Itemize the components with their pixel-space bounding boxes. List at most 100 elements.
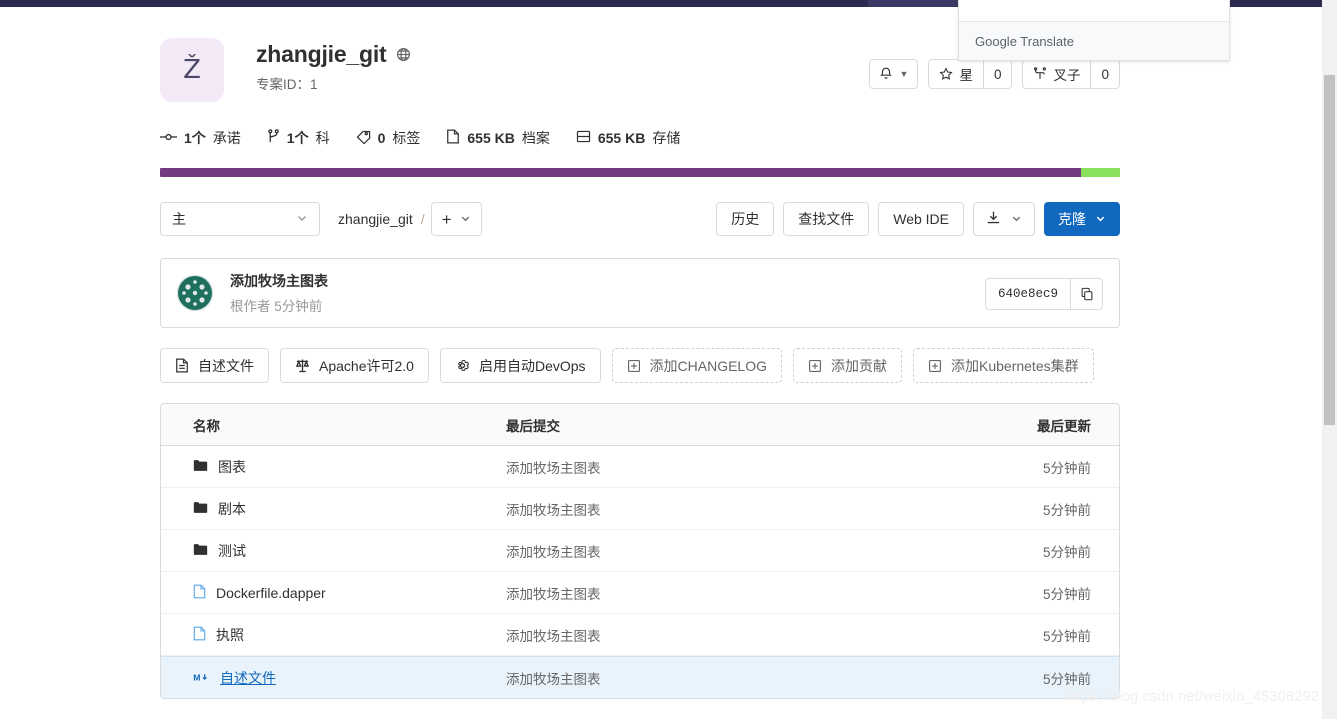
stat-commits[interactable]: 1个 承诺 bbox=[160, 128, 241, 148]
file-updated-time: 5分钟前 bbox=[1042, 460, 1091, 476]
file-name-cell: 剧本 bbox=[161, 499, 506, 519]
file-updated-time: 5分钟前 bbox=[1042, 586, 1091, 602]
file-commit-message[interactable]: 添加牧场主图表 bbox=[506, 625, 969, 645]
quick-action-readme[interactable]: 自述文件 bbox=[160, 348, 269, 383]
quick-action-license[interactable]: Apache许可2.0 bbox=[280, 348, 429, 383]
quick-action-label: 自述文件 bbox=[198, 357, 254, 374]
tag-icon bbox=[356, 129, 371, 147]
gear-icon bbox=[455, 358, 470, 373]
stat-files[interactable]: 655 KB 档案 bbox=[446, 128, 550, 148]
page-scrollbar-thumb[interactable] bbox=[1324, 75, 1335, 425]
bell-icon bbox=[879, 66, 893, 83]
table-row[interactable]: 剧本 添加牧场主图表 5分钟前 bbox=[161, 488, 1119, 530]
avatar bbox=[177, 275, 213, 311]
last-commit-card: 添加牧场主图表 根作者 5分钟前 640e8ec9 bbox=[160, 258, 1120, 328]
file-commit-message[interactable]: 添加牧场主图表 bbox=[506, 499, 969, 519]
history-button[interactable]: 历史 bbox=[716, 202, 775, 236]
fork-button[interactable]: 叉子 bbox=[1022, 59, 1092, 89]
download-button[interactable] bbox=[973, 202, 1035, 236]
quick-action-label: Apache许可2.0 bbox=[319, 357, 414, 374]
folder-icon bbox=[193, 501, 208, 517]
project-title-row: zhangjie_git bbox=[256, 41, 411, 68]
stat-tags-label: 标签 bbox=[392, 130, 421, 146]
google-translate-popup-top bbox=[959, 0, 1229, 22]
star-count[interactable]: 0 bbox=[983, 59, 1013, 89]
file-blue-icon bbox=[193, 584, 206, 602]
web-ide-button[interactable]: Web IDE bbox=[878, 202, 964, 236]
language-segment-secondary[interactable] bbox=[1080, 168, 1120, 177]
star-icon bbox=[939, 67, 954, 81]
find-file-button[interactable]: 查找文件 bbox=[783, 202, 870, 236]
folder-icon bbox=[193, 543, 208, 559]
page-scrollbar-track[interactable] bbox=[1322, 0, 1337, 719]
file-name[interactable]: 测试 bbox=[218, 541, 246, 561]
globe-icon bbox=[396, 47, 411, 62]
commit-icon bbox=[160, 130, 177, 147]
clone-button[interactable]: 克隆 bbox=[1044, 202, 1120, 236]
google-translate-label: Google Translate bbox=[975, 33, 1075, 49]
stat-tags[interactable]: 0 标签 bbox=[356, 128, 421, 148]
stat-commits-value: 1个 bbox=[184, 130, 206, 146]
file-name[interactable]: 执照 bbox=[216, 625, 244, 645]
breadcrumb-separator: / bbox=[420, 211, 425, 227]
file-commit-message[interactable]: 添加牧场主图表 bbox=[506, 583, 969, 603]
branch-name: 主 bbox=[172, 211, 186, 227]
stat-branches[interactable]: 1个 科 bbox=[267, 128, 330, 148]
language-bar[interactable] bbox=[160, 168, 1120, 177]
google-translate-popup[interactable]: Google Translate bbox=[958, 0, 1230, 61]
add-to-repo-button[interactable]: + bbox=[430, 202, 482, 236]
file-commit-message[interactable]: 添加牧场主图表 bbox=[506, 541, 969, 561]
chevron-down-icon bbox=[460, 211, 471, 228]
file-name-cell: 执照 bbox=[161, 625, 506, 645]
fork-icon bbox=[1033, 67, 1047, 81]
table-row[interactable]: M 自述文件 添加牧场主图表 5分钟前 bbox=[161, 656, 1119, 698]
chevron-down-icon bbox=[1011, 211, 1022, 227]
file-name[interactable]: 自述文件 bbox=[220, 668, 276, 688]
copy-icon[interactable] bbox=[1070, 278, 1103, 310]
file-name[interactable]: 剧本 bbox=[218, 499, 246, 519]
page-root: Ž zhangjie_git 专案ID：1 ▼ 星 0 叉子 0 1个 承诺 1… bbox=[0, 0, 1337, 719]
quick-action-label: 添加贡献 bbox=[831, 357, 887, 374]
repository-toolbar-actions: 历史 查找文件 Web IDE 克隆 bbox=[716, 202, 1120, 236]
clone-label: 克隆 bbox=[1058, 211, 1086, 227]
file-name[interactable]: 图表 bbox=[218, 457, 246, 477]
file-name[interactable]: Dockerfile.dapper bbox=[216, 585, 326, 601]
commit-sha-group: 640e8ec9 bbox=[984, 278, 1103, 310]
notification-button[interactable]: ▼ bbox=[868, 59, 919, 89]
table-row[interactable]: 图表 添加牧场主图表 5分钟前 bbox=[161, 446, 1119, 488]
table-row[interactable]: 测试 添加牧场主图表 5分钟前 bbox=[161, 530, 1119, 572]
fork-label: 叉子 bbox=[1053, 68, 1081, 83]
quick-action-add-kubernetes[interactable]: 添加Kubernetes集群 bbox=[913, 348, 1094, 383]
fork-button-group: 叉子 0 bbox=[1022, 59, 1120, 89]
quick-action-add-contribution[interactable]: 添加贡献 bbox=[793, 348, 902, 383]
project-id-label: 专案ID：1 bbox=[256, 77, 318, 92]
file-updated-time: 5分钟前 bbox=[1042, 628, 1091, 644]
table-row[interactable]: 执照 添加牧场主图表 5分钟前 bbox=[161, 614, 1119, 656]
stat-storage[interactable]: 655 KB 存储 bbox=[576, 128, 680, 148]
breadcrumb-root[interactable]: zhangjie_git bbox=[338, 211, 413, 227]
file-name-cell: Dockerfile.dapper bbox=[161, 584, 506, 602]
branch-selector[interactable]: 主 bbox=[160, 202, 320, 236]
quick-action-autodevops[interactable]: 启用自动DevOps bbox=[439, 348, 601, 383]
project-stats: 1个 承诺 1个 科 0 标签 655 KB 档案 655 KB 存储 bbox=[160, 128, 1120, 148]
branch-icon bbox=[267, 129, 280, 147]
language-segment-primary[interactable] bbox=[160, 168, 1081, 177]
commit-sha[interactable]: 640e8ec9 bbox=[984, 278, 1070, 310]
chevron-down-icon bbox=[1095, 211, 1106, 227]
folder-icon bbox=[193, 459, 208, 475]
page-content: Ž zhangjie_git 专案ID：1 ▼ 星 0 叉子 0 1个 承诺 1… bbox=[0, 7, 1322, 719]
quick-action-add-changelog[interactable]: 添加CHANGELOG bbox=[611, 348, 782, 383]
download-icon bbox=[986, 210, 1001, 228]
star-button[interactable]: 星 bbox=[928, 59, 984, 89]
file-commit-message[interactable]: 添加牧场主图表 bbox=[506, 668, 969, 688]
file-commit-message[interactable]: 添加牧场主图表 bbox=[506, 457, 969, 477]
stat-files-label: 档案 bbox=[521, 130, 550, 146]
file-tree-table: 名称 最后提交 最后更新 图表 添加牧场主图表 5分钟前 剧本 添加牧场主图表 … bbox=[160, 403, 1120, 699]
file-updated-time: 5分钟前 bbox=[1042, 671, 1091, 687]
table-row[interactable]: Dockerfile.dapper 添加牧场主图表 5分钟前 bbox=[161, 572, 1119, 614]
commit-message[interactable]: 添加牧场主图表 bbox=[230, 271, 328, 291]
quick-actions-row: 自述文件 Apache许可2.0 启用自动DevOps 添加CHANGELOG … bbox=[160, 348, 1120, 383]
stat-storage-value: 655 KB bbox=[597, 130, 646, 146]
stat-branches-value: 1个 bbox=[286, 130, 309, 146]
fork-count[interactable]: 0 bbox=[1091, 59, 1120, 89]
